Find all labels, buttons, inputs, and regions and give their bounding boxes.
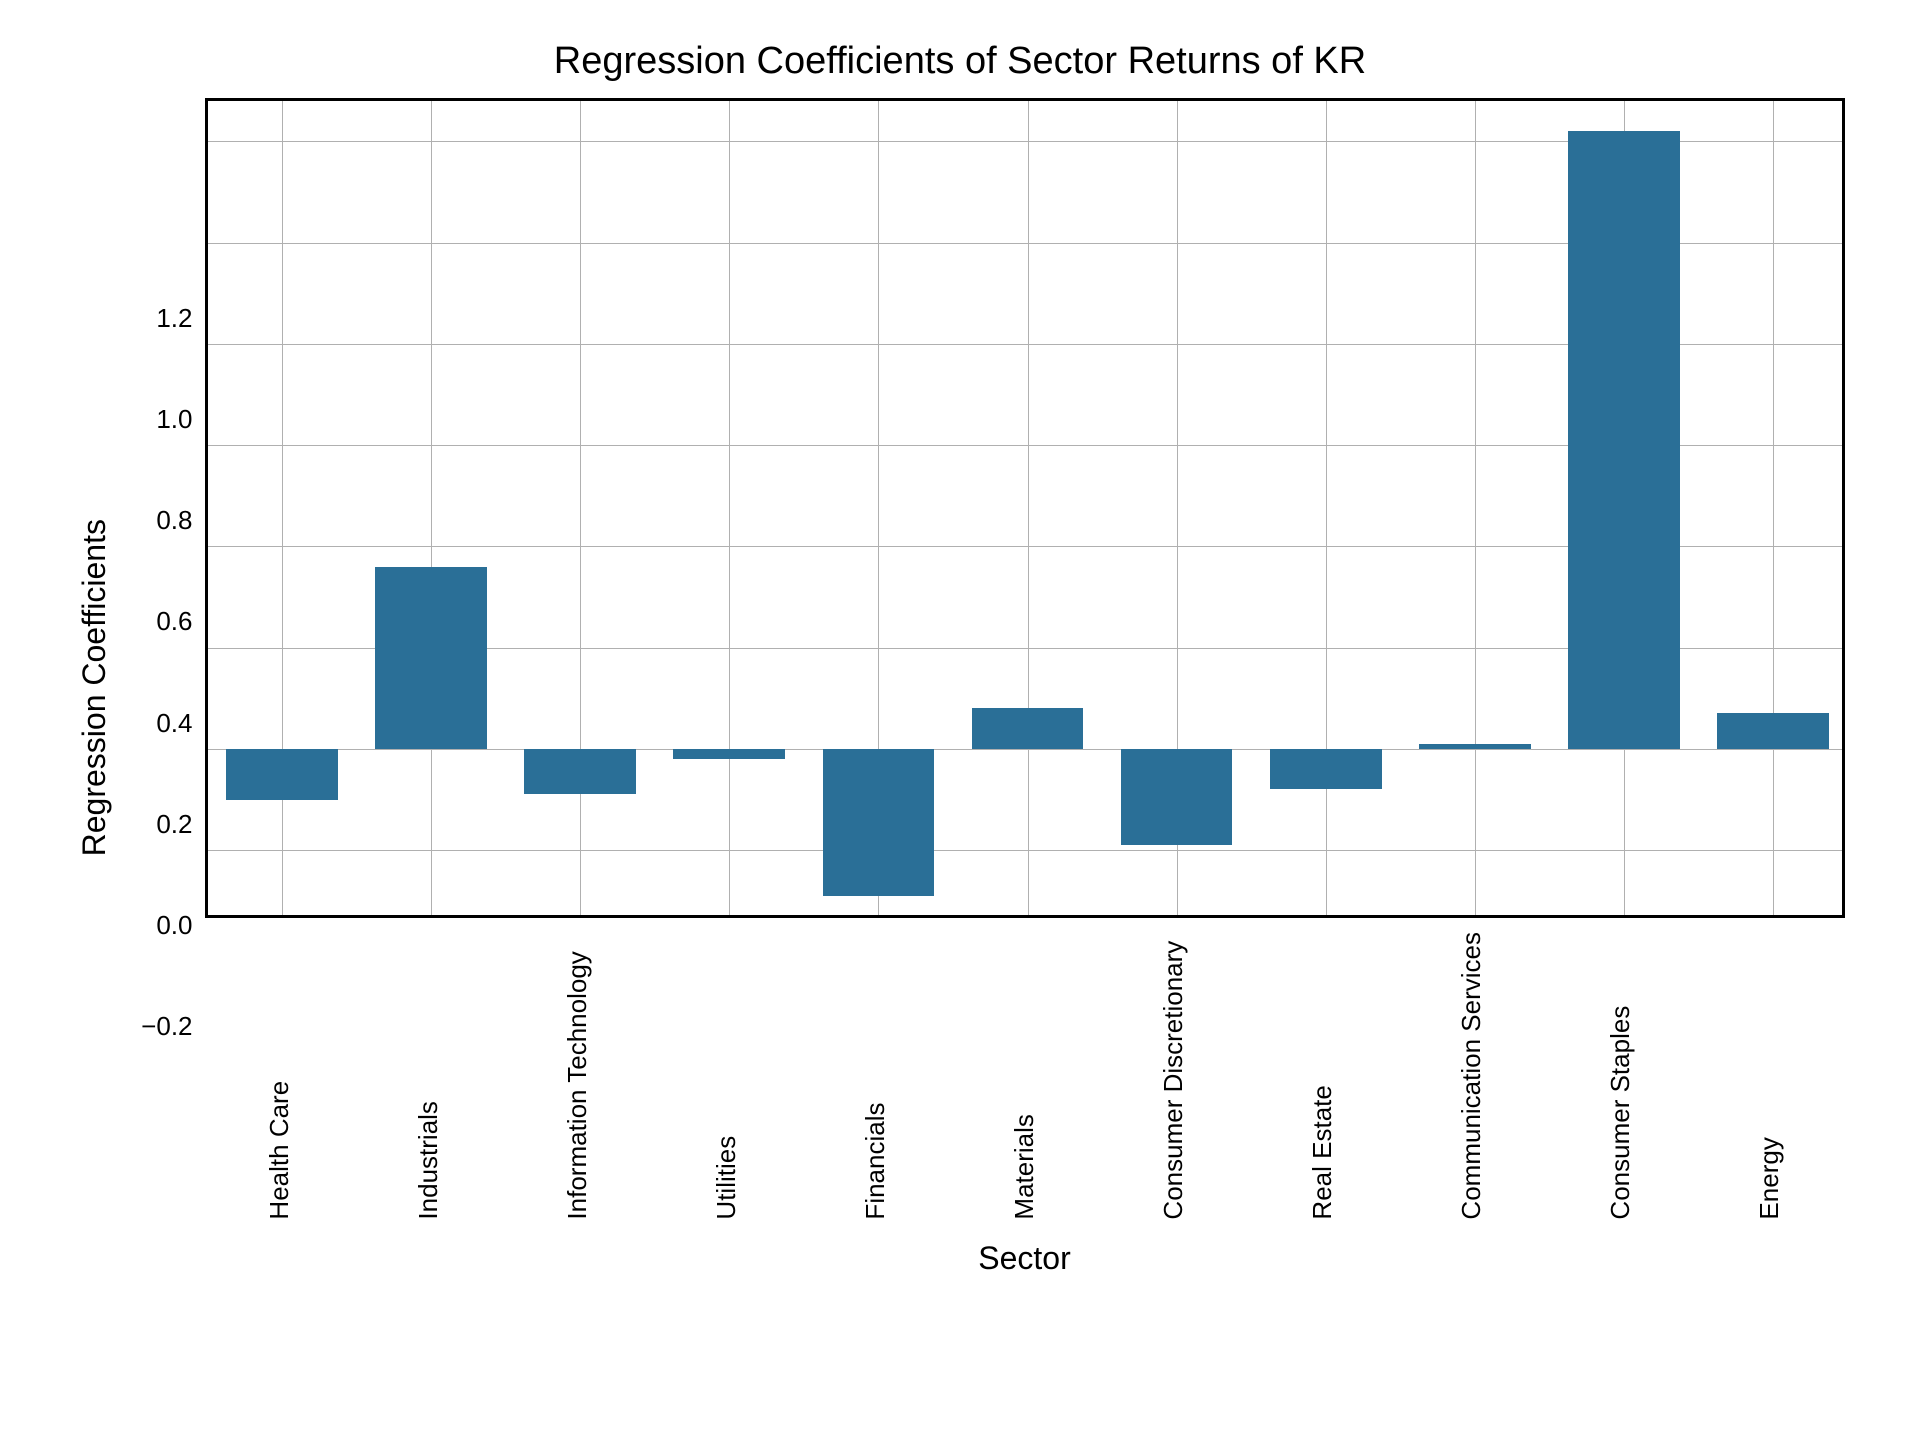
x-tick-label: Information Technology — [562, 932, 593, 1220]
chart-wrapper: Regression Coefficients −0.20.00.20.40.6… — [76, 98, 1845, 1277]
bar — [673, 749, 785, 759]
chart-title: Regression Coefficients of Sector Return… — [554, 40, 1366, 83]
y-ticks: −0.20.00.20.40.60.81.01.2 — [123, 277, 193, 1097]
x-tick-slot: Consumer Discretionary — [1099, 932, 1248, 1220]
x-tick-label: Materials — [1009, 932, 1040, 1220]
bar — [972, 708, 1084, 748]
x-tick-label: Industrials — [413, 932, 444, 1220]
bar — [823, 749, 935, 896]
y-axis-label: Regression Coefficients — [76, 519, 113, 856]
x-tick-slot: Financials — [801, 932, 950, 1220]
grid-line-vertical — [1773, 101, 1774, 915]
bar — [375, 567, 487, 749]
bar — [1121, 749, 1233, 845]
grid-line-horizontal — [208, 850, 1842, 851]
x-tick-label: Consumer Staples — [1605, 932, 1636, 1220]
x-tick-label: Real Estate — [1307, 932, 1338, 1220]
x-ticks: Health Care Industrials Information Techno… — [205, 932, 1845, 1220]
x-tick-slot: Industrials — [354, 932, 503, 1220]
x-tick-label: Utilities — [711, 932, 742, 1220]
x-tick-slot: Utilities — [652, 932, 801, 1220]
x-tick-label: Consumer Discretionary — [1158, 932, 1189, 1220]
grid-line-vertical — [1475, 101, 1476, 915]
bar — [524, 749, 636, 795]
x-tick-slot: Health Care — [205, 932, 354, 1220]
x-tick-label: Health Care — [264, 932, 295, 1220]
grid-line-vertical — [1326, 101, 1327, 915]
bar — [226, 749, 338, 800]
bar — [1270, 749, 1382, 789]
x-tick-slot: Consumer Staples — [1546, 932, 1695, 1220]
plot-column: Health Care Industrials Information Techno… — [205, 98, 1845, 1277]
grid-line-vertical — [431, 101, 432, 915]
plot-area — [205, 98, 1845, 918]
bar — [1419, 744, 1531, 749]
x-tick-label: Communication Services — [1456, 932, 1487, 1220]
grid-line-vertical — [729, 101, 730, 915]
bar — [1568, 131, 1680, 749]
x-tick-slot: Information Technology — [503, 932, 652, 1220]
grid-line-vertical — [1028, 101, 1029, 915]
x-tick-slot: Communication Services — [1397, 932, 1546, 1220]
x-tick-slot: Energy — [1695, 932, 1844, 1220]
grid-line-horizontal — [208, 749, 1842, 750]
bar — [1717, 713, 1829, 748]
x-tick-label: Energy — [1754, 932, 1785, 1220]
x-tick-label: Financials — [860, 932, 891, 1220]
x-axis-label: Sector — [978, 1240, 1070, 1277]
x-tick-slot: Materials — [950, 932, 1099, 1220]
x-tick-slot: Real Estate — [1248, 932, 1397, 1220]
